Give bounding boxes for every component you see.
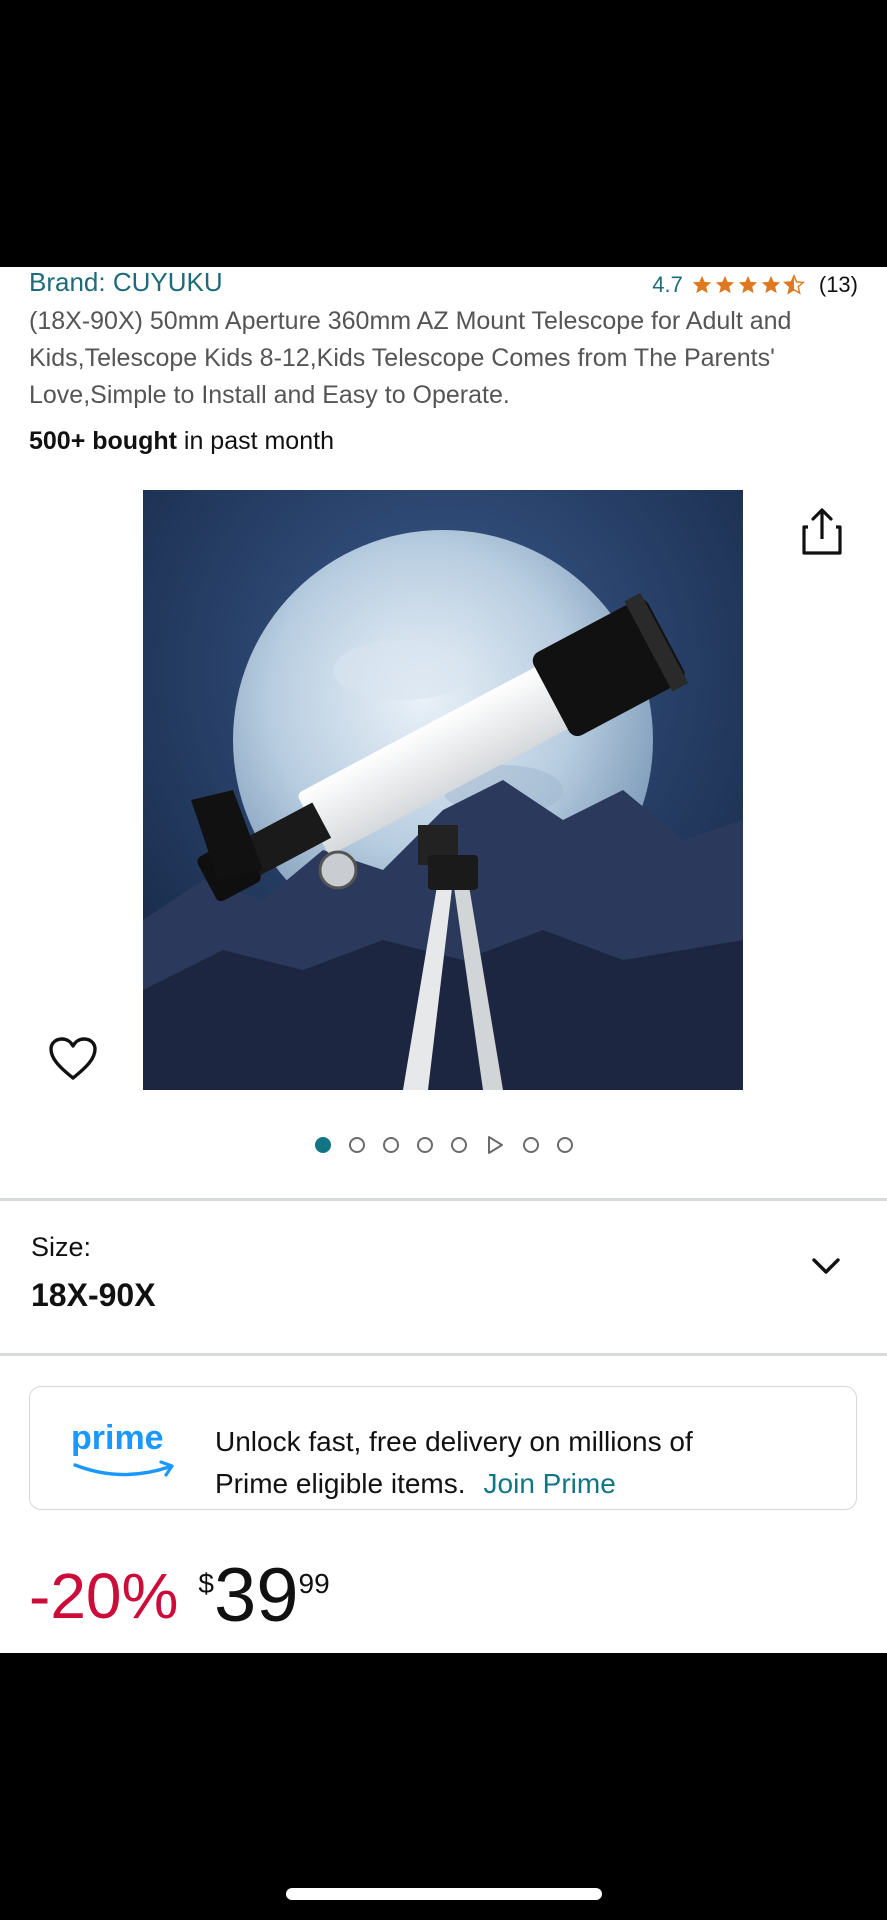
home-indicator[interactable]: [286, 1888, 602, 1900]
price-block: -20% $ 39 99: [29, 1558, 330, 1634]
price-currency: $: [198, 1568, 214, 1599]
status-bar-area: [0, 0, 887, 267]
star-rating: [691, 274, 805, 296]
bought-count: 500+ bought: [29, 427, 177, 455]
half-star-icon: [782, 274, 805, 295]
prime-message-line1: Unlock fast, free delivery on millions o…: [215, 1426, 693, 1457]
prime-promo-card[interactable]: prime Unlock fast, free delivery on mill…: [29, 1386, 857, 1510]
star-icon: [715, 275, 735, 294]
prime-logo-text: prime: [71, 1419, 164, 1457]
prime-message-line2: Prime eligible items.: [215, 1468, 466, 1499]
rating-count: (13): [818, 272, 858, 297]
bought-suffix: in past month: [176, 427, 334, 455]
pager-dot[interactable]: [522, 1137, 539, 1153]
video-play-icon[interactable]: [485, 1135, 505, 1155]
product-image[interactable]: [143, 490, 743, 1090]
price-fraction: 99: [298, 1568, 330, 1599]
section-divider: [0, 1353, 887, 1356]
section-divider: [0, 1198, 887, 1201]
price-whole: 39: [213, 1553, 299, 1638]
pager-dot-active[interactable]: [314, 1137, 331, 1153]
product-title: (18X-90X) 50mm Aperture 360mm AZ Mount T…: [29, 307, 792, 409]
rating-value: 4.7: [652, 272, 683, 297]
pager-dot[interactable]: [348, 1137, 365, 1153]
pager-dot[interactable]: [416, 1137, 433, 1153]
share-icon[interactable]: [799, 507, 845, 557]
rating-summary[interactable]: 4.7 (13): [652, 272, 858, 298]
chevron-down-icon[interactable]: [811, 1255, 841, 1277]
star-icon: [738, 275, 758, 294]
size-label: Size:: [31, 1232, 92, 1262]
heart-icon[interactable]: [48, 1036, 98, 1082]
pager-dot[interactable]: [450, 1137, 467, 1153]
brand-link[interactable]: Brand: CUYUKU: [29, 267, 223, 298]
star-icon: [761, 275, 781, 294]
pager-dot[interactable]: [556, 1137, 573, 1153]
bought-in-past-month: 500+ bought in past month: [29, 427, 334, 456]
product-detail-page: Brand: CUYUKU 4.7 (13) (18X-90X) 50mm Ap…: [0, 267, 887, 1653]
bottom-bar-area: [0, 1653, 887, 1920]
pager-dot[interactable]: [382, 1137, 399, 1153]
discount-percent: -20%: [29, 1560, 179, 1632]
join-prime-link[interactable]: Join Prime: [484, 1468, 616, 1499]
prime-logo: prime: [71, 1419, 181, 1479]
size-value: 18X-90X: [31, 1277, 156, 1313]
telescope-photo: [143, 490, 743, 1090]
prime-message: Unlock fast, free delivery on millions o…: [215, 1421, 693, 1505]
star-icon: [692, 275, 712, 294]
image-pager[interactable]: [0, 1135, 887, 1155]
prime-smile-icon: [73, 1460, 174, 1477]
